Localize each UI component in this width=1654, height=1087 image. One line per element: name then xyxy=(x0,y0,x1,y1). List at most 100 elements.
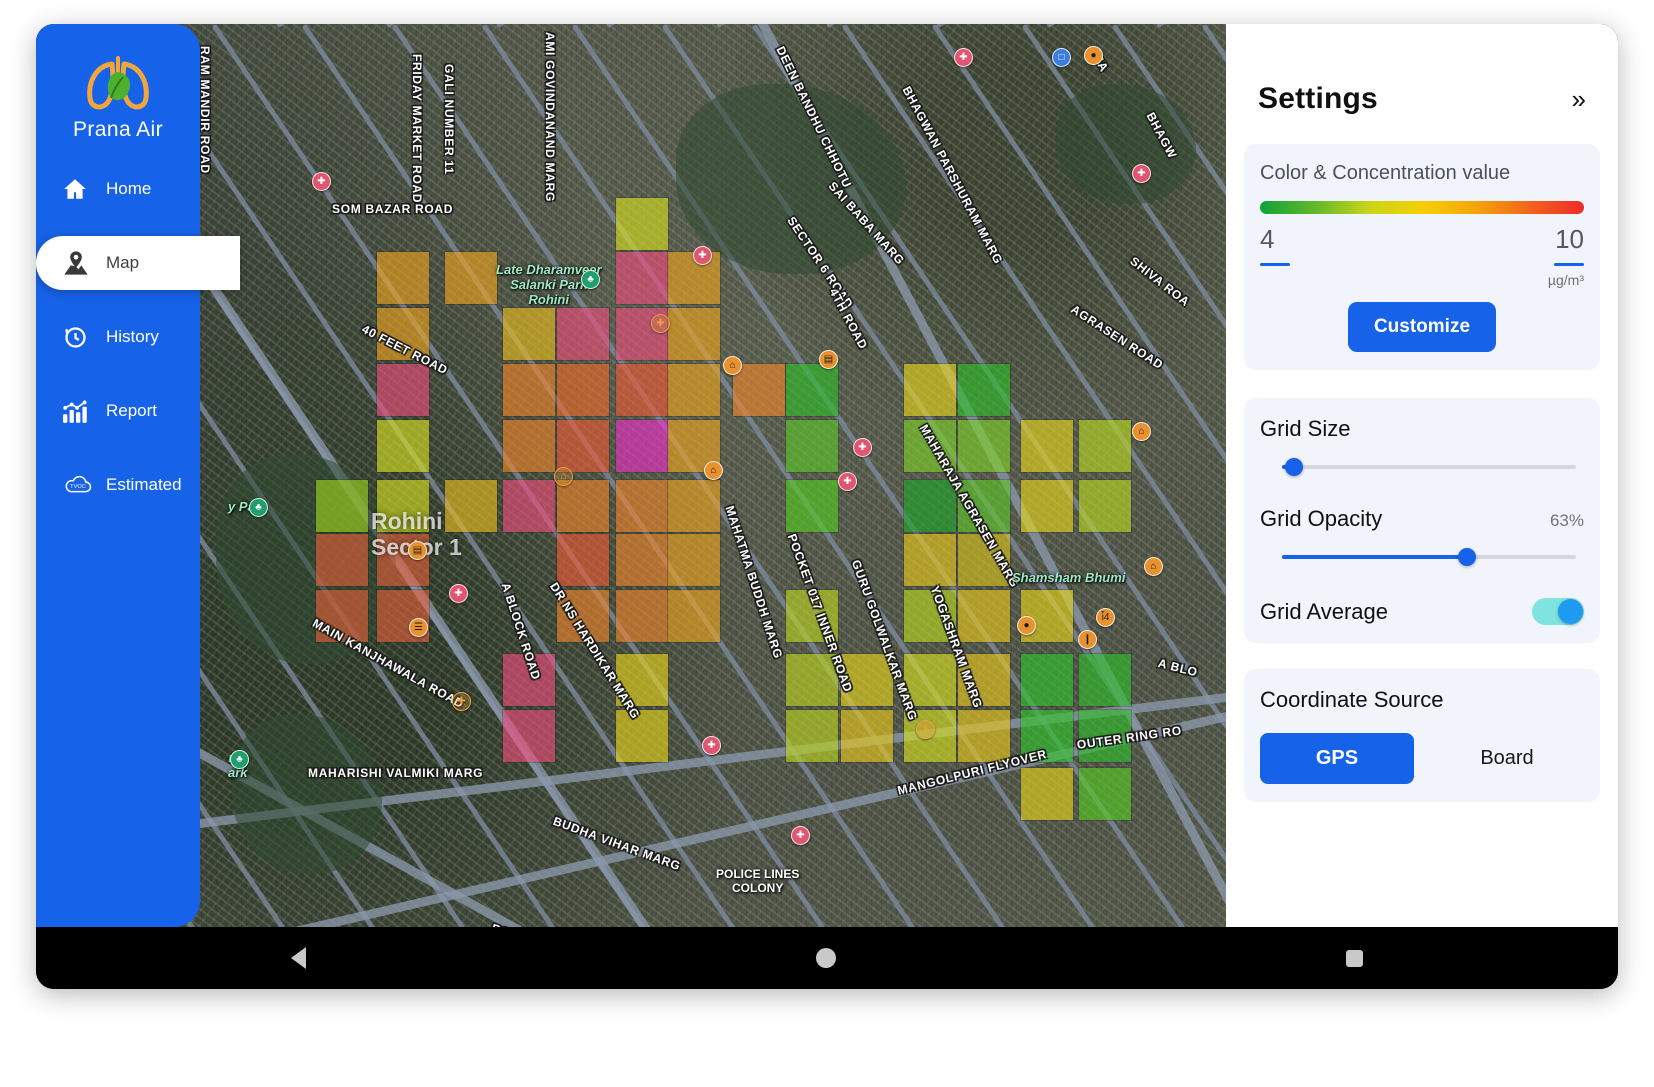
map-poi-marker[interactable]: ⌂ xyxy=(704,461,723,480)
grid-cell[interactable] xyxy=(903,589,957,643)
map-poi-marker[interactable]: ♣ xyxy=(249,498,268,517)
grid-cell[interactable] xyxy=(957,419,1011,473)
grid-cell[interactable] xyxy=(502,709,556,763)
grid-cell[interactable] xyxy=(315,589,369,643)
grid-cell[interactable] xyxy=(556,419,610,473)
grid-cell[interactable] xyxy=(615,589,669,643)
customize-button[interactable]: Customize xyxy=(1347,302,1497,352)
map-poi-marker[interactable]: ✚ xyxy=(853,438,872,457)
grid-average-toggle[interactable] xyxy=(1532,598,1584,625)
grid-cell[interactable] xyxy=(615,363,669,417)
grid-cell[interactable] xyxy=(1078,709,1132,763)
grid-cell[interactable] xyxy=(732,363,786,417)
map-poi-marker[interactable]: ♣ xyxy=(581,270,600,289)
nav-back-button[interactable] xyxy=(291,947,306,969)
grid-cell[interactable] xyxy=(376,251,430,305)
grid-cell[interactable] xyxy=(1020,479,1074,533)
map-poi-marker[interactable]: ✚ xyxy=(791,826,810,845)
grid-cell[interactable] xyxy=(615,653,669,707)
grid-cell[interactable] xyxy=(957,653,1011,707)
grid-cell[interactable] xyxy=(903,533,957,587)
grid-cell[interactable] xyxy=(376,363,430,417)
grid-cell[interactable] xyxy=(667,589,721,643)
grid-cell[interactable] xyxy=(556,307,610,361)
map-poi-marker[interactable]: ✚ xyxy=(312,172,331,191)
grid-cell[interactable] xyxy=(667,533,721,587)
grid-cell[interactable] xyxy=(1078,653,1132,707)
grid-cell[interactable] xyxy=(615,709,669,763)
nav-recents-button[interactable] xyxy=(1346,949,1363,967)
grid-cell[interactable] xyxy=(556,363,610,417)
grid-cell[interactable] xyxy=(1078,479,1132,533)
grid-cell[interactable] xyxy=(903,653,957,707)
grid-cell[interactable] xyxy=(1020,653,1074,707)
grid-cell[interactable] xyxy=(315,533,369,587)
sidebar-nav[interactable]: Prana Air Home Map History Report TVOC Estima… xyxy=(36,24,240,927)
grid-cell[interactable] xyxy=(785,419,839,473)
grid-cell[interactable] xyxy=(1078,419,1132,473)
grid-size-knob[interactable] xyxy=(1284,458,1303,476)
grid-cell[interactable] xyxy=(785,479,839,533)
map-poi-marker[interactable]: ἷ4 xyxy=(1096,608,1115,627)
map-poi-marker[interactable]: ☰ xyxy=(409,618,428,637)
grid-cell[interactable] xyxy=(957,479,1011,533)
map-poi-marker[interactable]: ⌂ xyxy=(1144,557,1163,576)
map-poi-marker[interactable]: ✚ xyxy=(452,692,471,711)
grid-cell[interactable] xyxy=(957,363,1011,417)
map-poi-marker[interactable]: ✚ xyxy=(838,472,857,491)
grid-size-slider[interactable] xyxy=(1282,456,1576,478)
map-poi-marker[interactable]: ▤ xyxy=(408,541,427,560)
grid-cell[interactable] xyxy=(556,533,610,587)
max-value-field[interactable]: 10 µg/m³ xyxy=(1548,224,1584,288)
grid-cell[interactable] xyxy=(1020,709,1074,763)
grid-cell[interactable] xyxy=(615,251,669,305)
grid-cell[interactable] xyxy=(376,307,430,361)
grid-opacity-knob[interactable] xyxy=(1458,548,1477,566)
grid-cell[interactable] xyxy=(785,709,839,763)
grid-cell[interactable] xyxy=(903,419,957,473)
map-poi-marker[interactable]: ✚ xyxy=(954,48,973,67)
map-poi-marker[interactable]: ✚ xyxy=(702,736,721,755)
nav-home-button[interactable] xyxy=(816,948,836,968)
coordinate-source-board-button[interactable]: Board xyxy=(1430,733,1584,784)
sidebar-item-estimated[interactable]: TVOC Estimated xyxy=(36,458,200,512)
grid-cell[interactable] xyxy=(502,479,556,533)
coordinate-source-options[interactable]: GPS Board xyxy=(1260,733,1584,784)
map-poi-marker[interactable]: ⌂ xyxy=(1132,422,1151,441)
grid-cell[interactable] xyxy=(615,479,669,533)
grid-cell[interactable] xyxy=(840,709,894,763)
map-poi-marker[interactable]: ✚ xyxy=(449,584,468,603)
map-poi-marker[interactable]: ♣ xyxy=(230,750,249,769)
grid-cell[interactable] xyxy=(502,363,556,417)
grid-cell[interactable] xyxy=(444,479,498,533)
android-navigation-bar[interactable] xyxy=(36,927,1618,989)
grid-cell[interactable] xyxy=(785,653,839,707)
grid-cell[interactable] xyxy=(556,589,610,643)
grid-opacity-slider[interactable] xyxy=(1282,546,1576,568)
map-poi-marker[interactable]: ✚ xyxy=(1132,164,1151,183)
grid-cell[interactable] xyxy=(785,589,839,643)
grid-cell[interactable] xyxy=(502,653,556,707)
coordinate-source-gps-button[interactable]: GPS xyxy=(1260,733,1414,784)
sidebar-item-history[interactable]: History xyxy=(36,310,200,364)
grid-cell[interactable] xyxy=(840,653,894,707)
grid-cell[interactable] xyxy=(315,479,369,533)
map-poi-marker[interactable]: ⌂ xyxy=(554,467,573,486)
grid-cell[interactable] xyxy=(957,533,1011,587)
grid-cell[interactable] xyxy=(785,363,839,417)
grid-cell[interactable] xyxy=(376,419,430,473)
map-poi-marker[interactable]: ▤ xyxy=(819,350,838,369)
grid-cell[interactable] xyxy=(667,479,721,533)
grid-cell[interactable] xyxy=(502,419,556,473)
map-poi-marker[interactable]: ● xyxy=(1084,46,1103,65)
map-poi-marker[interactable]: ⌂ xyxy=(723,356,742,375)
sidebar-item-home[interactable]: Home xyxy=(36,162,200,216)
map-poi-marker[interactable]: ❙ xyxy=(1078,630,1097,649)
grid-cell[interactable] xyxy=(1078,767,1132,821)
grid-cell[interactable] xyxy=(957,709,1011,763)
map-poi-marker[interactable]: ✚ xyxy=(693,246,712,265)
map-poi-marker[interactable]: □ xyxy=(1052,48,1071,67)
sidebar-item-report[interactable]: Report xyxy=(36,384,200,438)
grid-cell[interactable] xyxy=(667,307,721,361)
grid-cell[interactable] xyxy=(376,479,430,533)
